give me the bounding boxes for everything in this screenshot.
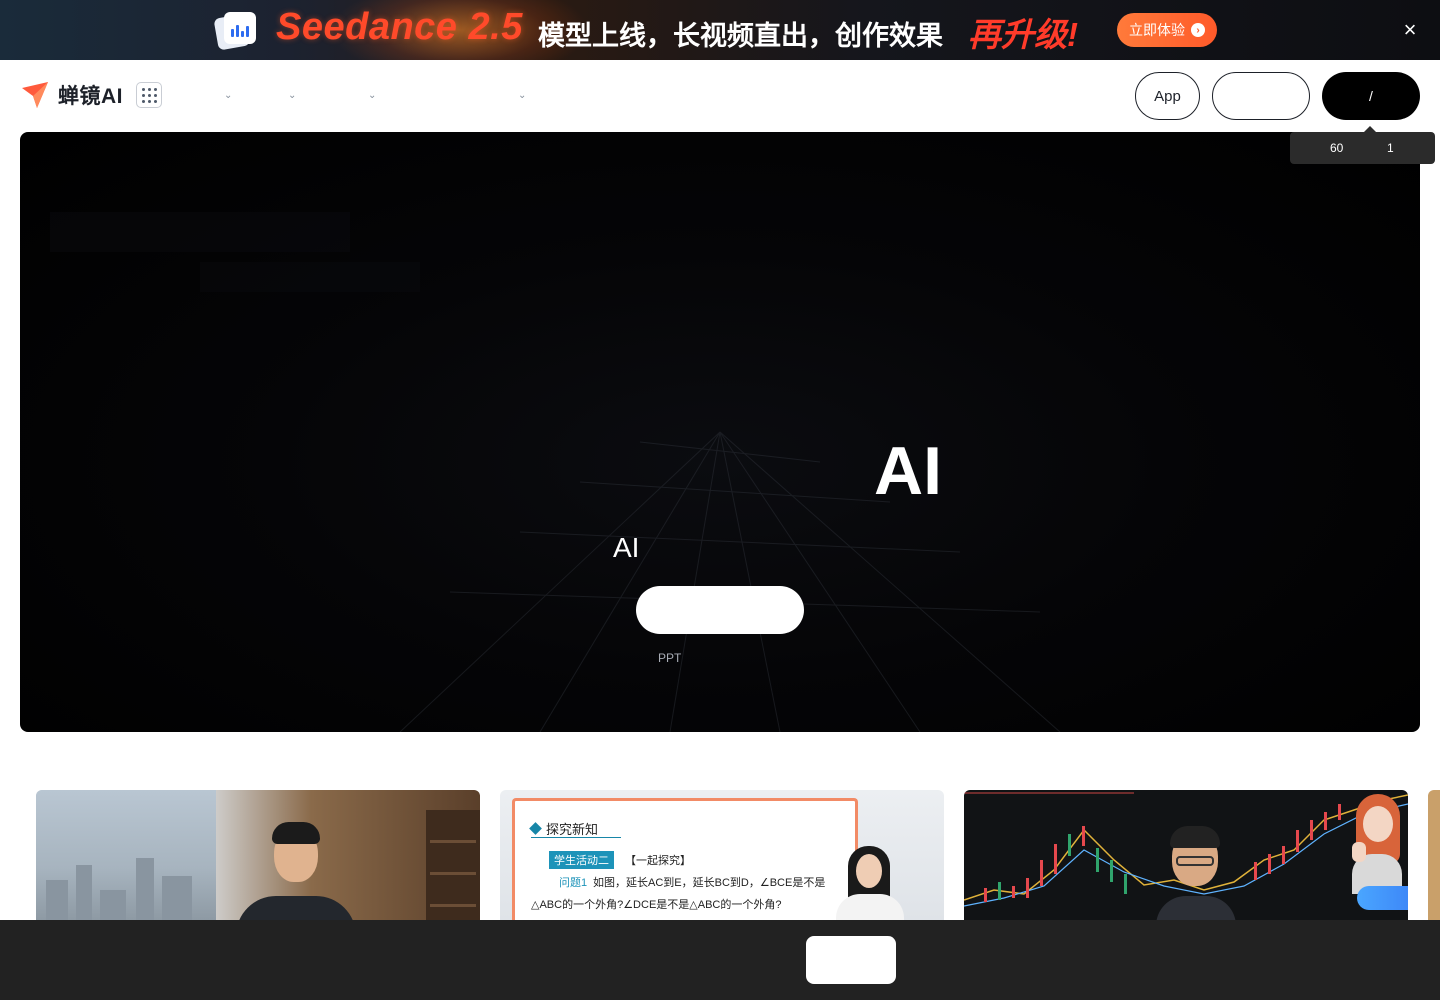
showcase-card-stock-analyst[interactable]: [964, 790, 1408, 920]
slide-heading: 探究新知: [529, 819, 598, 838]
promo-banner[interactable]: Seedance 2.5 模型上线，长视频直出，创作效果 再升级! 立即体验 ›…: [0, 0, 1440, 60]
login-tooltip: 60 1: [1290, 126, 1435, 164]
question-continuation: △ABC的一个外角?∠DCE是不是△ABC的一个外角?: [531, 899, 782, 911]
banner-highlight: 再升级!: [968, 16, 1078, 53]
apps-grid-button[interactable]: [136, 82, 162, 108]
arrow-right-icon: ›: [1191, 23, 1205, 37]
activity-note: 【一起探究】: [625, 855, 691, 867]
tooltip-left-text: 60: [1330, 141, 1344, 155]
assistant-chat-button[interactable]: [1357, 886, 1408, 910]
bottom-bar: [0, 920, 1440, 1000]
login-register-button[interactable]: /: [1322, 72, 1420, 120]
brand-name: 蝉镜AI: [58, 85, 123, 108]
outline-button[interactable]: [1212, 72, 1310, 120]
question-label: 问题1: [559, 877, 588, 889]
banner-text: 模型上线，长视频直出，创作效果: [538, 21, 943, 51]
nav-menu-4[interactable]: ⌄: [400, 86, 526, 106]
showcase-card-math-lesson[interactable]: 探究新知 学生活动二 【一起探究】 问题1 如图，延长AC到E，延长BC到D，∠…: [500, 790, 944, 920]
activity-tag: 学生活动二: [549, 851, 614, 869]
chevron-down-icon: ⌄: [518, 90, 527, 101]
waving-hand: [1352, 842, 1366, 862]
showcase-card-partial[interactable]: [1428, 790, 1440, 920]
analyst-avatar: [1156, 826, 1236, 920]
chevron-down-icon: ⌄: [224, 90, 233, 101]
chevron-down-icon: ⌄: [368, 90, 377, 101]
download-app-button[interactable]: App: [1135, 72, 1200, 120]
lesson-slide: 探究新知 学生活动二 【一起探究】 问题1 如图，延长AC到E，延长BC到D，∠…: [512, 798, 858, 920]
hero-banner: AI AI PPT: [20, 132, 1420, 732]
brand-logo[interactable]: 蝉镜AI: [20, 79, 123, 111]
presenter-avatar: [236, 822, 356, 920]
banner-title: Seedance 2.5: [276, 6, 523, 48]
question-text: 如图，延长AC到E，延长BC到D，∠BCE是不是: [593, 877, 826, 889]
hero-note: PPT: [658, 651, 682, 665]
banner-try-now-button[interactable]: 立即体验 ›: [1117, 13, 1217, 47]
hero-background: [50, 212, 1061, 732]
seedance-logo-icon: [213, 12, 258, 51]
hero-subtitle: AI: [613, 532, 640, 563]
chevron-down-icon: ⌄: [288, 90, 297, 101]
tooltip-right-text: 1: [1387, 141, 1394, 155]
nav-menu-1[interactable]: ⌄: [200, 86, 232, 106]
brand-logo-icon: [22, 82, 48, 108]
office-window: [36, 790, 216, 920]
hero-title: AI: [874, 433, 942, 509]
close-icon[interactable]: ×: [1400, 19, 1420, 41]
navbar: 蝉镜AI ⌄ ⌄ ⌄ ⌄ App /: [0, 60, 1440, 132]
bookshelf: [426, 810, 480, 920]
hero-cta-button[interactable]: [636, 586, 804, 634]
banner-cta-label: 立即体验: [1129, 22, 1185, 38]
nav-menu-2[interactable]: ⌄: [266, 86, 296, 106]
showcase-card-office-presenter[interactable]: [36, 790, 480, 920]
teacher-avatar: [830, 846, 910, 920]
showcase-carousel: 探究新知 学生活动二 【一起探究】 问题1 如图，延长AC到E，延长BC到D，∠…: [0, 790, 1440, 920]
bottom-action-button[interactable]: [806, 936, 896, 984]
nav-menu-3[interactable]: ⌄: [330, 86, 376, 106]
diamond-icon: [529, 822, 542, 835]
